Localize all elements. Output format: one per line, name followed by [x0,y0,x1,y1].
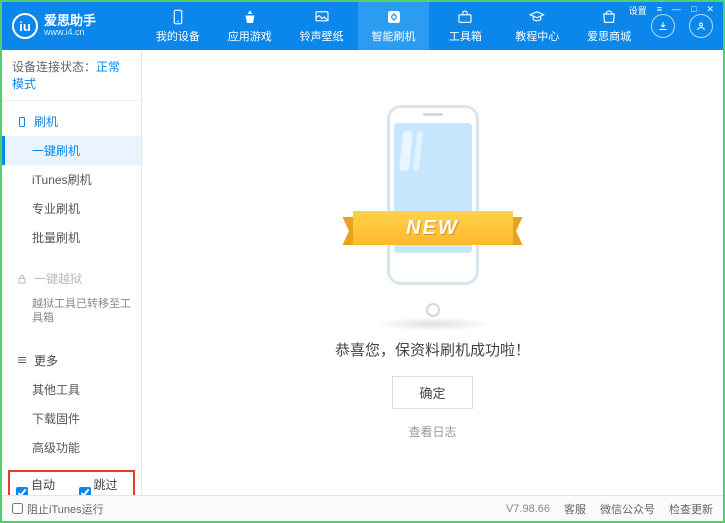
top-nav: 我的设备 应用游戏 铃声壁纸 智能刷机 工具箱 教程中心 [142,2,645,50]
chk-label: 自动激活 [31,476,65,495]
close-icon[interactable]: ✕ [703,4,717,17]
logo-url: www.i4.cn [44,28,96,38]
chk-auto-activate[interactable]: 自动激活 [16,476,65,495]
nav-label: 工具箱 [449,28,482,44]
section-jailbreak: 一键越狱 [2,264,141,293]
nav-flash[interactable]: 智能刷机 [358,2,430,50]
sidebar-item-onekey[interactable]: 一键刷机 [2,136,141,165]
jailbreak-note: 越狱工具已转移至工具箱 [2,293,141,334]
confirm-button[interactable]: 确定 [392,376,472,409]
graduation-icon [528,8,546,26]
chk-label: 跳过向导 [94,476,128,495]
chk-label: 阻止iTunes运行 [27,501,104,517]
maximize-icon[interactable]: □ [688,4,699,17]
section-more[interactable]: 更多 [2,346,141,375]
footer: 阻止iTunes运行 V7.98.66 客服 微信公众号 检查更新 [2,495,723,521]
nav-toolbox[interactable]: 工具箱 [429,2,501,50]
illustration-phone-new: NEW [353,105,513,325]
section-label: 一键越狱 [34,270,82,287]
sidebar-item-batch[interactable]: 批量刷机 [2,223,141,252]
main-panel: NEW 恭喜您，保资料刷机成功啦！ 确定 查看日志 [142,50,723,495]
download-button[interactable] [651,14,675,38]
chk-skip-guide[interactable]: 跳过向导 [79,476,128,495]
titlebar: iu 爱思助手 www.i4.cn 我的设备 应用游戏 铃声壁纸 智能刷机 [2,2,723,50]
success-message: 恭喜您，保资料刷机成功啦！ [335,339,530,360]
nav-my-device[interactable]: 我的设备 [142,2,214,50]
title-right [645,14,713,38]
phone-icon [16,116,28,128]
nav-label: 我的设备 [156,28,200,44]
checkbox[interactable] [79,487,91,495]
nav-ringtones[interactable]: 铃声壁纸 [286,2,358,50]
chk-block-itunes[interactable]: 阻止iTunes运行 [12,501,104,517]
footer-service[interactable]: 客服 [564,501,586,517]
logo: iu 爱思助手 www.i4.cn [12,13,142,39]
sidebar-item-download-fw[interactable]: 下载固件 [2,404,141,433]
sidebar-item-other-tools[interactable]: 其他工具 [2,375,141,404]
body: 设备连接状态：正常模式 刷机 一键刷机 iTunes刷机 专业刷机 批量刷机 一… [2,50,723,495]
nav-tutorials[interactable]: 教程中心 [501,2,573,50]
apps-icon [241,8,259,26]
user-button[interactable] [689,14,713,38]
toolbox-icon [456,8,474,26]
minimize-icon[interactable]: — [669,4,684,17]
checkbox[interactable] [12,503,23,514]
conn-label: 设备连接状态： [12,60,96,74]
version-text: V7.98.66 [506,503,550,515]
sidebar-item-advanced[interactable]: 高级功能 [2,433,141,462]
nav-apps[interactable]: 应用游戏 [214,2,286,50]
connection-status: 设备连接状态：正常模式 [2,50,141,101]
section-label: 刷机 [34,113,58,130]
footer-wechat[interactable]: 微信公众号 [600,501,655,517]
store-icon [600,8,618,26]
section-label: 更多 [34,352,58,369]
wallpaper-icon [313,8,331,26]
refresh-icon [385,8,403,26]
section-flash[interactable]: 刷机 [2,107,141,136]
nav-label: 应用游戏 [228,28,272,44]
logo-mark: iu [12,13,38,39]
logo-title: 爱思助手 [44,14,96,28]
nav-label: 铃声壁纸 [300,28,344,44]
nav-store[interactable]: 爱思商城 [573,2,645,50]
nav-label: 教程中心 [515,28,559,44]
app-window: 设置 ≡ — □ ✕ iu 爱思助手 www.i4.cn 我的设备 应用游戏 铃 [0,0,725,523]
nav-label: 爱思商城 [587,28,631,44]
options-box: 自动激活 跳过向导 [8,470,135,495]
footer-update[interactable]: 检查更新 [669,501,713,517]
view-log-link[interactable]: 查看日志 [408,423,456,440]
sidebar: 设备连接状态：正常模式 刷机 一键刷机 iTunes刷机 专业刷机 批量刷机 一… [2,50,142,495]
sidebar-item-itunes[interactable]: iTunes刷机 [2,165,141,194]
menu-icon[interactable]: ≡ [654,4,665,17]
ribbon-text: NEW [353,211,513,245]
phone-icon [169,8,187,26]
checkbox[interactable] [16,487,28,495]
nav-label: 智能刷机 [372,28,416,44]
sidebar-item-pro[interactable]: 专业刷机 [2,194,141,223]
menu-icon [16,354,28,366]
lock-icon [16,273,28,285]
